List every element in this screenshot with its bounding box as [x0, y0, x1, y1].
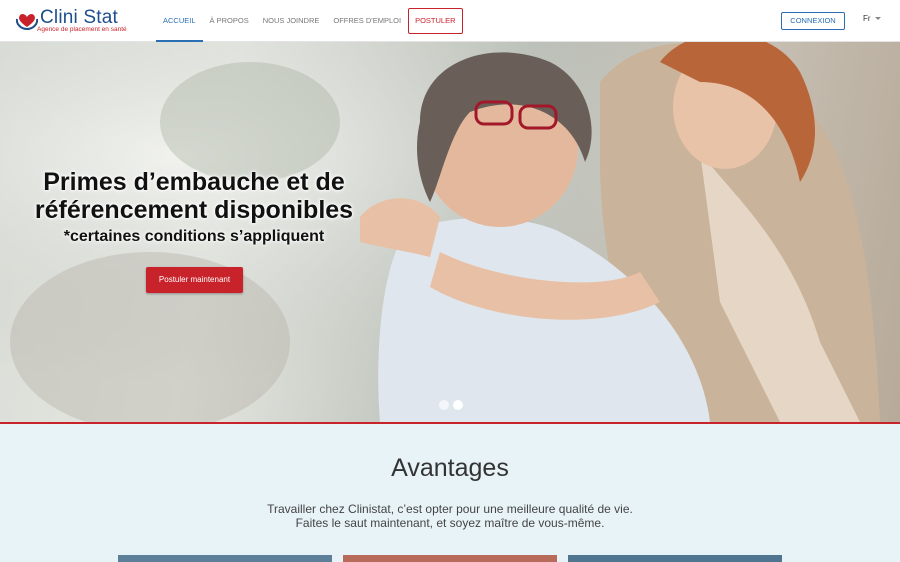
hero-title-line-1: Primes d’embauche et de: [43, 168, 345, 196]
nav-nous-joindre[interactable]: NOUS JOINDRE: [256, 0, 327, 42]
advantages-line-2: Faites le saut maintenant, et soyez maît…: [295, 516, 605, 530]
nav-accueil[interactable]: ACCUEIL: [156, 0, 203, 42]
advantages-line-1: Travailler chez Clinistat, c’est opter p…: [267, 502, 633, 516]
carousel-dot-1[interactable]: [439, 400, 449, 410]
carousel-dot-2[interactable]: [453, 400, 463, 410]
nav-postuler-button[interactable]: POSTULER: [408, 8, 463, 34]
logo-tagline: Agence de placement en santé: [37, 26, 127, 33]
top-navbar: Clini Stat Agence de placement en santé …: [0, 0, 900, 42]
hero-title-line-2: référencement disponibles: [34, 196, 354, 224]
apply-now-button[interactable]: Postuler maintenant: [146, 267, 243, 293]
language-label: Fr: [863, 14, 871, 23]
advantage-card-3[interactable]: [568, 555, 782, 562]
hero-subtitle: *certaines conditions s’appliquent: [63, 228, 325, 245]
main-menu: ACCUEIL À PROPOS NOUS JOINDRE OFFRES D'E…: [156, 0, 463, 42]
hero-carousel: Primes d’embauche et de référencement di…: [0, 42, 900, 422]
advantages-section: Avantages Travailler chez Clinistat, c’e…: [0, 424, 900, 562]
clinistat-logo[interactable]: Clini Stat Agence de placement en santé: [16, 7, 150, 34]
advantages-title: Avantages: [391, 454, 509, 482]
heart-hands-icon: [16, 14, 38, 30]
advantage-card-2[interactable]: [343, 555, 557, 562]
nav-a-propos[interactable]: À PROPOS: [203, 0, 256, 42]
hero-title: Primes d’embauche et de référencement di…: [0, 168, 388, 224]
caret-down-icon: [874, 17, 881, 21]
login-button[interactable]: CONNEXION: [781, 12, 845, 30]
carousel-indicators: [439, 400, 463, 410]
advantages-text: Travailler chez Clinistat, c’est opter p…: [0, 502, 900, 530]
language-selector[interactable]: Fr: [863, 14, 881, 23]
advantage-card-1[interactable]: [118, 555, 332, 562]
nav-offres-emploi[interactable]: OFFRES D'EMPLOI: [326, 0, 408, 42]
